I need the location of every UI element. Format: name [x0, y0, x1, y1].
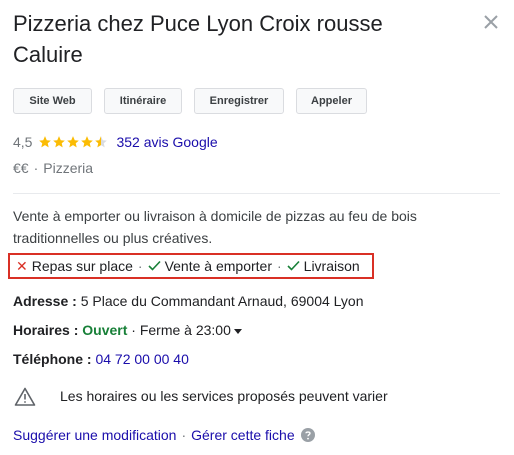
service-delivery: Livraison	[303, 258, 360, 274]
star-icon	[81, 136, 94, 148]
close-icon[interactable]	[482, 13, 500, 31]
separator: ·	[131, 322, 136, 338]
phone-link[interactable]: 04 72 00 00 40	[95, 351, 188, 367]
check-icon	[148, 258, 161, 274]
action-buttons: Site Web Itinéraire Enregistrer Appeler	[13, 88, 367, 114]
price-level: €€	[13, 160, 29, 176]
suggest-edit-link[interactable]: Suggérer une modification	[13, 427, 176, 443]
half-star-icon	[95, 136, 108, 148]
check-icon	[287, 258, 300, 274]
service-options: ✕ Repas sur place · Vente à emporter · L…	[8, 253, 374, 279]
directions-button[interactable]: Itinéraire	[104, 88, 182, 114]
hours-row: Horaires : Ouvert · Ferme à 23:00	[13, 322, 242, 338]
meta-row: €€ · Pizzeria	[13, 160, 93, 176]
separator: ·	[181, 427, 187, 443]
dropdown-arrow-icon[interactable]	[233, 328, 242, 334]
phone-row: Téléphone : 04 72 00 00 40	[13, 351, 189, 367]
rating-score: 4,5	[13, 134, 33, 150]
star-icon	[67, 136, 80, 148]
closing-time[interactable]: Ferme à 23:00	[140, 322, 231, 338]
service-takeout: Vente à emporter	[164, 258, 272, 274]
address-row: Adresse : 5 Place du Commandant Arnaud, …	[13, 293, 364, 309]
phone-label: Téléphone :	[13, 351, 92, 367]
hours-notice: Les horaires ou les services proposés pe…	[60, 388, 388, 404]
place-description: Vente à emporter ou livraison à domicile…	[13, 208, 417, 246]
hours-label: Horaires :	[13, 322, 79, 338]
divider	[13, 193, 500, 194]
call-button[interactable]: Appeler	[296, 88, 367, 114]
manage-listing-link[interactable]: Gérer cette fiche	[191, 427, 295, 443]
separator: ·	[33, 160, 39, 176]
separator: ·	[137, 258, 143, 274]
address-label: Adresse :	[13, 293, 77, 309]
footer-links: Suggérer une modification · Gérer cette …	[13, 427, 315, 443]
address-value: 5 Place du Commandant Arnaud, 69004 Lyon	[80, 293, 364, 309]
cross-icon: ✕	[16, 257, 28, 274]
star-icon	[39, 136, 52, 148]
rating-row: 4,5 352 avis Google	[13, 134, 218, 150]
warning-icon	[14, 387, 36, 411]
help-icon[interactable]	[300, 428, 315, 442]
category-label: Pizzeria	[43, 160, 94, 176]
save-button[interactable]: Enregistrer	[194, 88, 284, 114]
service-dine-in: Repas sur place	[31, 258, 133, 274]
open-status: Ouvert	[82, 322, 128, 338]
reviews-link[interactable]: 352 avis Google	[116, 134, 217, 150]
place-title: Pizzeria chez Puce Lyon Croix rousse Cal…	[13, 11, 383, 67]
star-icon	[53, 136, 66, 148]
separator: ·	[276, 258, 282, 274]
website-button[interactable]: Site Web	[13, 88, 92, 114]
rating-stars	[38, 135, 108, 149]
